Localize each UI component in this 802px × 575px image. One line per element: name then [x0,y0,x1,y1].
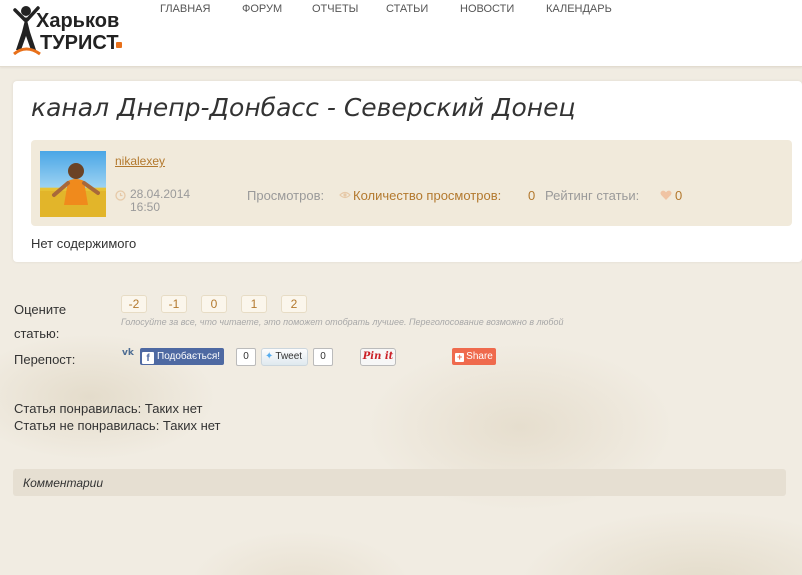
heart-icon [660,190,672,200]
facebook-like-label: Подобається! [157,351,221,362]
clock-icon [115,190,126,201]
vk-icon[interactable]: vk [122,348,137,359]
facebook-count: 0 [236,348,256,366]
avatar-image [40,151,106,217]
views-label: Просмотров: [247,188,325,203]
nav-item-calendar[interactable]: КАЛЕНДАРЬ [546,3,612,15]
avatar[interactable] [40,151,106,217]
nav-item-articles[interactable]: СТАТЬИ [386,3,428,15]
site-logo[interactable]: Харьков ТУРИСТ [12,4,130,58]
logo-dot [116,42,122,48]
share-button[interactable]: + Share [452,348,496,365]
comments-title: Комментарии [23,476,104,490]
liked-text: Статья понравилась: Таких нет [14,401,203,416]
article-meta: nikalexey 28.04.2014 16:50 Просмотров: К… [31,140,792,226]
plus-icon: + [455,352,465,362]
vote-button-plus1[interactable]: 1 [241,295,267,313]
disliked-text: Статья не понравилась: Таких нет [14,418,221,433]
tweet-button[interactable]: ✦ Tweet [261,348,309,366]
pinterest-button[interactable]: Pin it [360,348,396,366]
site-header: Харьков ТУРИСТ ГЛАВНАЯ ФОРУМ ОТЧЕТЫ СТАТ… [0,0,802,67]
vote-button-minus1[interactable]: -1 [161,295,187,313]
facebook-icon: f [142,352,154,364]
logo-text-line2: ТУРИСТ [40,32,119,54]
nav-item-home[interactable]: ГЛАВНАЯ [160,3,210,15]
views-count: 0 [528,188,536,203]
share-button-label: Share [466,351,493,362]
rating-value: 0 [675,188,683,203]
twitter-icon: ✦ [265,351,274,362]
vote-button-0[interactable]: 0 [201,295,227,313]
author-link[interactable]: nikalexey [115,154,165,168]
views-link[interactable]: Количество просмотров: [353,188,501,203]
logo-text-line1: Харьков [36,10,120,32]
article-card: канал Днепр-Донбасс - Северский Донец ni… [13,81,802,262]
share-label: Перепост: [14,352,76,367]
vote-button-plus2[interactable]: 2 [281,295,307,313]
nav-item-forum[interactable]: ФОРУМ [242,3,282,15]
article-date: 28.04.2014 16:50 [130,187,191,214]
article-content: Нет содержимого [31,236,137,251]
facebook-like-button[interactable]: f Подобається! [140,348,225,365]
rating-label: Рейтинг статьи: [545,188,640,203]
nav-item-reports[interactable]: ОТЧЕТЫ [312,3,358,15]
vote-button-minus2[interactable]: -2 [121,295,147,313]
tweet-label: Tweet [275,351,303,362]
comments-section: Комментарии [13,469,786,496]
eye-icon [339,191,351,199]
nav-item-news[interactable]: НОВОСТИ [460,3,514,15]
vote-hint: Голосуйте за все, что читаете, это помож… [121,317,564,327]
tweet-count: 0 [313,348,333,366]
page-title: канал Днепр-Донбасс - Северский Донец [31,93,576,122]
vote-label: Оцените статью: [14,302,67,341]
